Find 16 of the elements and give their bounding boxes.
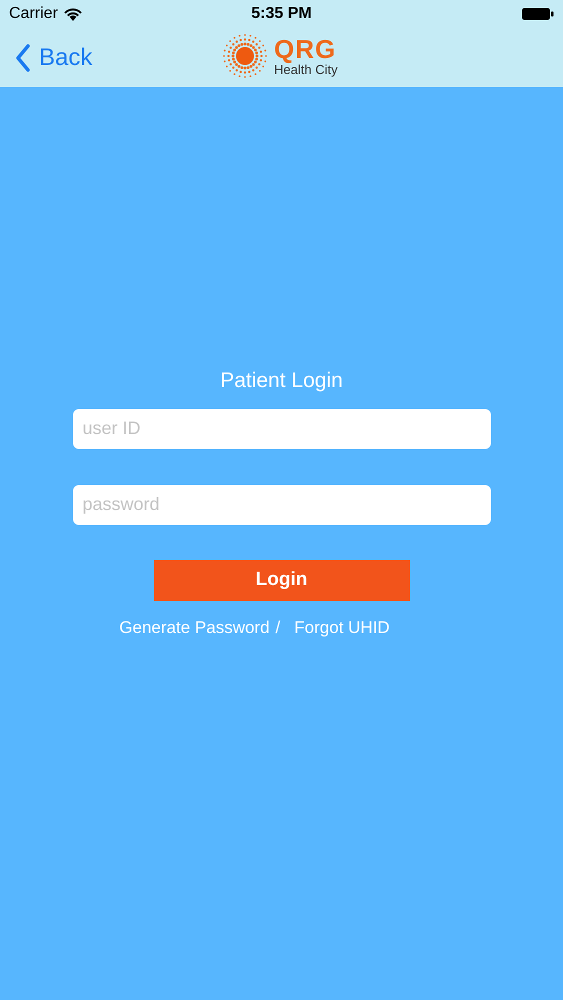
text-field[interactable]: password xyxy=(72,484,490,524)
wifi-icon xyxy=(64,8,82,20)
logo-wordmark: QRG xyxy=(274,36,338,62)
sun-logo-icon xyxy=(220,31,270,81)
battery-icon xyxy=(522,7,554,21)
text-link[interactable]: Generate Password xyxy=(119,614,270,640)
carrier-name: Carrier xyxy=(9,4,58,24)
link-separator: / xyxy=(276,616,280,638)
status-time: 5:35 PM xyxy=(250,4,313,24)
login-button[interactable]: Login xyxy=(154,560,410,600)
logo-tagline: Health City xyxy=(274,63,338,76)
chevron-left-icon xyxy=(15,44,31,72)
text-link[interactable]: Forgot UHID xyxy=(294,614,390,640)
login-title: Patient Login xyxy=(220,368,343,394)
back-button[interactable]: Back xyxy=(0,40,92,76)
text-field[interactable]: user ID xyxy=(72,408,490,448)
